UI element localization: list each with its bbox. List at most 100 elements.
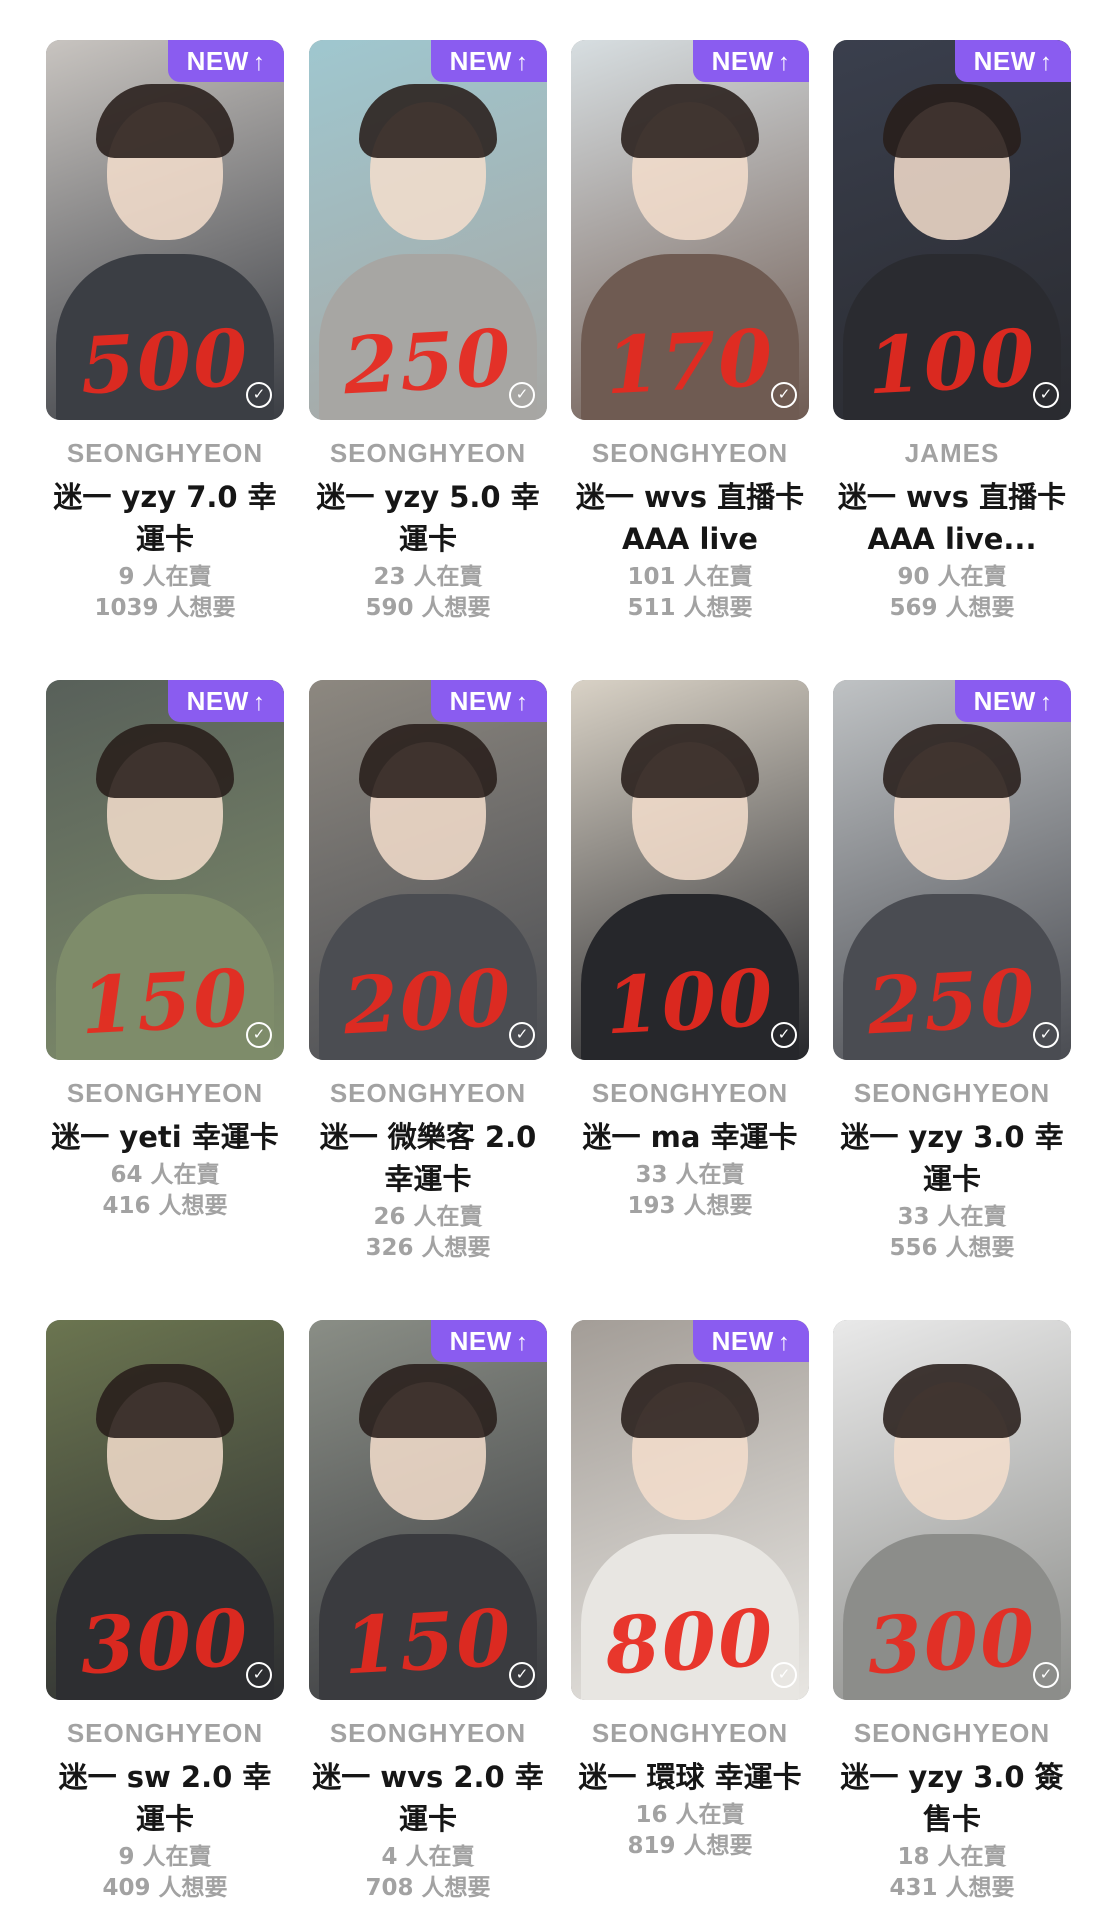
new-badge: NEW ↑: [693, 1320, 809, 1362]
photocard-item[interactable]: 300 ✓ SEONGHYEON 迷一 yzy 3.0 簽售卡 18 人在賣 431 人想…: [833, 1320, 1071, 1904]
sellers-count: 9 人在賣: [118, 1844, 212, 1870]
photocard-grid: NEW ↑ 500 ✓ SEONGHYEON 迷一 yzy 7.0 幸運卡 9 人在賣 103…: [0, 0, 1116, 1918]
card-title[interactable]: 迷一 yzy 7.0 幸運卡: [46, 476, 284, 560]
card-photo[interactable]: NEW ↑ 250 ✓: [833, 680, 1071, 1060]
wanted-count: 193 人想要: [627, 1193, 753, 1219]
check-circle-icon[interactable]: ✓: [1033, 1022, 1059, 1048]
new-badge: NEW ↑: [168, 40, 284, 82]
photocard-item[interactable]: NEW ↑ 150 ✓ SEONGHYEON 迷一 yeti 幸運卡 64 人在賣 416 人…: [46, 680, 284, 1222]
photocard-item[interactable]: NEW ↑ 800 ✓ SEONGHYEON 迷一 環球 幸運卡 16 人在賣 819 人想要: [571, 1320, 809, 1862]
arrow-up-icon: ↑: [1039, 689, 1053, 716]
new-badge-label: NEW: [449, 686, 512, 716]
card-photo[interactable]: NEW ↑ 250 ✓: [309, 40, 547, 420]
member-name: JAMES: [904, 438, 1000, 468]
member-name: SEONGHYEON: [329, 1078, 527, 1108]
check-circle-icon[interactable]: ✓: [246, 382, 272, 408]
card-title[interactable]: 迷一 wvs 直播卡 AAA live...: [833, 476, 1071, 560]
new-badge: NEW ↑: [955, 40, 1071, 82]
card-photo[interactable]: NEW ↑ 800 ✓: [571, 1320, 809, 1700]
member-name: SEONGHYEON: [853, 1078, 1051, 1108]
card-title[interactable]: 迷一 sw 2.0 幸運卡: [46, 1756, 284, 1840]
card-title[interactable]: 迷一 yzy 5.0 幸運卡: [309, 476, 547, 560]
photocard-item[interactable]: NEW ↑ 250 ✓ SEONGHYEON 迷一 yzy 3.0 幸運卡 33 人在賣 55…: [833, 680, 1071, 1264]
new-badge-label: NEW: [449, 1326, 512, 1356]
check-circle-icon[interactable]: ✓: [771, 1662, 797, 1688]
new-badge-label: NEW: [973, 686, 1036, 716]
new-badge-label: NEW: [973, 46, 1036, 76]
sellers-count: 18 人在賣: [897, 1844, 1007, 1870]
card-photo[interactable]: NEW ↑ 170 ✓: [571, 40, 809, 420]
member-name: SEONGHYEON: [329, 438, 527, 468]
photocard-item[interactable]: NEW ↑ 100 ✓ JAMES 迷一 wvs 直播卡 AAA live... 90 人在…: [833, 40, 1071, 624]
card-title[interactable]: 迷一 微樂客 2.0 幸運卡: [309, 1116, 547, 1200]
card-photo[interactable]: 300 ✓: [833, 1320, 1071, 1700]
card-title[interactable]: 迷一 環球 幸運卡: [571, 1756, 809, 1798]
arrow-up-icon: ↑: [1039, 49, 1053, 76]
photocard-item[interactable]: NEW ↑ 200 ✓ SEONGHYEON 迷一 微樂客 2.0 幸運卡 26 人在賣 32…: [309, 680, 547, 1264]
card-title[interactable]: 迷一 ma 幸運卡: [571, 1116, 809, 1158]
sellers-count: 4 人在賣: [381, 1844, 475, 1870]
card-photo[interactable]: 100 ✓: [571, 680, 809, 1060]
wanted-count: 569 人想要: [889, 595, 1015, 621]
card-photo[interactable]: NEW ↑ 500 ✓: [46, 40, 284, 420]
card-photo[interactable]: NEW ↑ 150 ✓: [46, 680, 284, 1060]
sellers-count: 23 人在賣: [373, 564, 483, 590]
member-name: SEONGHYEON: [591, 1718, 789, 1748]
arrow-up-icon: ↑: [777, 49, 791, 76]
card-title[interactable]: 迷一 yzy 3.0 幸運卡: [833, 1116, 1071, 1200]
card-photo[interactable]: NEW ↑ 100 ✓: [833, 40, 1071, 420]
arrow-up-icon: ↑: [515, 689, 529, 716]
new-badge-label: NEW: [711, 46, 774, 76]
new-badge: NEW ↑: [955, 680, 1071, 722]
new-badge-label: NEW: [186, 686, 249, 716]
sellers-count: 26 人在賣: [373, 1204, 483, 1230]
sellers-count: 64 人在賣: [110, 1162, 220, 1188]
photocard-item[interactable]: NEW ↑ 500 ✓ SEONGHYEON 迷一 yzy 7.0 幸運卡 9 人在賣 103…: [46, 40, 284, 624]
member-name: SEONGHYEON: [66, 1078, 264, 1108]
check-circle-icon[interactable]: ✓: [1033, 382, 1059, 408]
member-name: SEONGHYEON: [66, 438, 264, 468]
wanted-count: 819 人想要: [627, 1833, 753, 1859]
photocard-item[interactable]: NEW ↑ 250 ✓ SEONGHYEON 迷一 yzy 5.0 幸運卡 23 人在賣 59…: [309, 40, 547, 624]
new-badge: NEW ↑: [693, 40, 809, 82]
wanted-count: 708 人想要: [365, 1875, 491, 1901]
card-title[interactable]: 迷一 yeti 幸運卡: [46, 1116, 284, 1158]
check-circle-icon[interactable]: ✓: [246, 1022, 272, 1048]
check-circle-icon[interactable]: ✓: [771, 382, 797, 408]
arrow-up-icon: ↑: [252, 689, 266, 716]
check-circle-icon[interactable]: ✓: [509, 1022, 535, 1048]
check-circle-icon[interactable]: ✓: [509, 382, 535, 408]
wanted-count: 409 人想要: [102, 1875, 228, 1901]
card-title[interactable]: 迷一 wvs 直播卡 AAA live: [571, 476, 809, 560]
card-photo[interactable]: NEW ↑ 200 ✓: [309, 680, 547, 1060]
new-badge-label: NEW: [449, 46, 512, 76]
photocard-item[interactable]: NEW ↑ 150 ✓ SEONGHYEON 迷一 wvs 2.0 幸運卡 4 人在賣 708…: [309, 1320, 547, 1904]
check-circle-icon[interactable]: ✓: [1033, 1662, 1059, 1688]
sellers-count: 33 人在賣: [897, 1204, 1007, 1230]
photocard-item[interactable]: 100 ✓ SEONGHYEON 迷一 ma 幸運卡 33 人在賣 193 人想要: [571, 680, 809, 1222]
wanted-count: 1039 人想要: [94, 595, 236, 621]
wanted-count: 326 人想要: [365, 1235, 491, 1261]
check-circle-icon[interactable]: ✓: [509, 1662, 535, 1688]
member-name: SEONGHYEON: [591, 438, 789, 468]
new-badge: NEW ↑: [431, 40, 547, 82]
photocard-item[interactable]: 300 ✓ SEONGHYEON 迷一 sw 2.0 幸運卡 9 人在賣 409 人想要: [46, 1320, 284, 1904]
check-circle-icon[interactable]: ✓: [246, 1662, 272, 1688]
card-title[interactable]: 迷一 yzy 3.0 簽售卡: [833, 1756, 1071, 1840]
member-name: SEONGHYEON: [853, 1718, 1051, 1748]
check-circle-icon[interactable]: ✓: [771, 1022, 797, 1048]
sellers-count: 90 人在賣: [897, 564, 1007, 590]
card-photo[interactable]: 300 ✓: [46, 1320, 284, 1700]
new-badge: NEW ↑: [431, 1320, 547, 1362]
sellers-count: 33 人在賣: [635, 1162, 745, 1188]
wanted-count: 590 人想要: [365, 595, 491, 621]
sellers-count: 9 人在賣: [118, 564, 212, 590]
card-title[interactable]: 迷一 wvs 2.0 幸運卡: [309, 1756, 547, 1840]
card-photo[interactable]: NEW ↑ 150 ✓: [309, 1320, 547, 1700]
arrow-up-icon: ↑: [777, 1329, 791, 1356]
sellers-count: 16 人在賣: [635, 1802, 745, 1828]
wanted-count: 556 人想要: [889, 1235, 1015, 1261]
arrow-up-icon: ↑: [515, 49, 529, 76]
new-badge-label: NEW: [711, 1326, 774, 1356]
photocard-item[interactable]: NEW ↑ 170 ✓ SEONGHYEON 迷一 wvs 直播卡 AAA live 101…: [571, 40, 809, 624]
